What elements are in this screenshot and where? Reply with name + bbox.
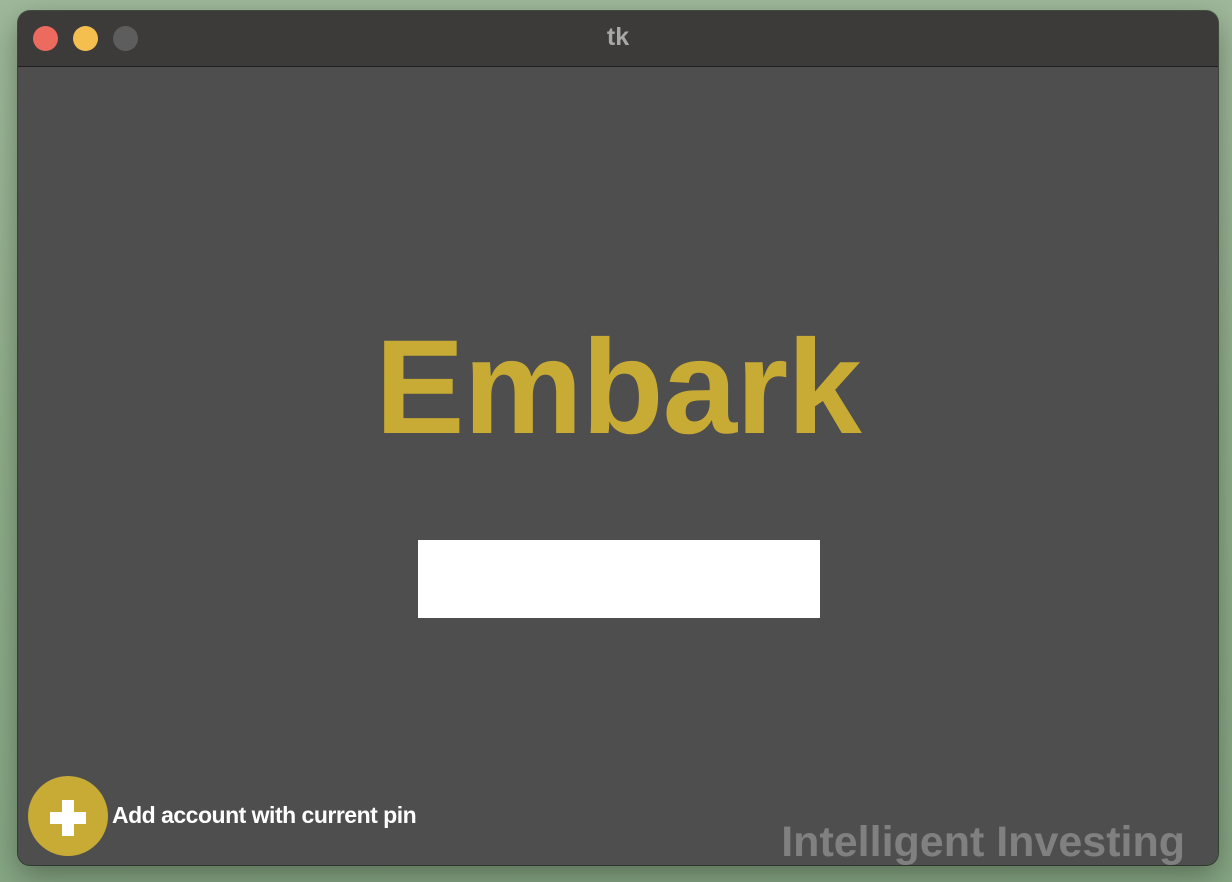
- pin-input[interactable]: [418, 540, 820, 618]
- plus-icon: [50, 800, 86, 836]
- app-window: tk Embark Add account with current pin I…: [18, 11, 1218, 865]
- brand-title: Embark: [375, 313, 862, 462]
- add-account-button[interactable]: [28, 776, 108, 856]
- add-account-label[interactable]: Add account with current pin: [112, 800, 417, 830]
- tagline: Intelligent Investing: [781, 818, 1185, 865]
- main-content: Embark Add account with current pin Inte…: [18, 67, 1218, 865]
- title-bar[interactable]: tk: [18, 11, 1218, 67]
- window-title: tk: [606, 23, 630, 51]
